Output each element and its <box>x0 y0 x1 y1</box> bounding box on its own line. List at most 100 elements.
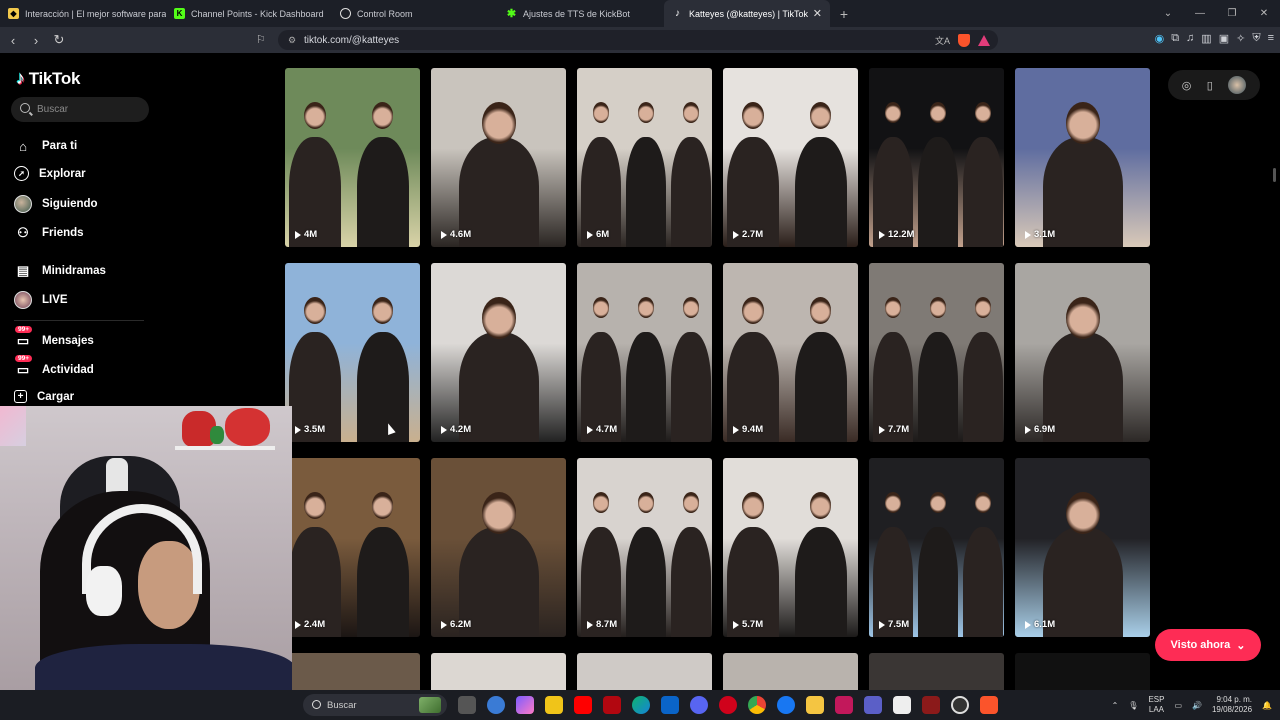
tab-tiktok-katteyes[interactable]: ♪ Katteyes (@katteyes) | TikTok ✕ <box>664 0 830 27</box>
sidebar-item-mensajes[interactable]: ▭ 99+ Mensajes <box>14 326 94 350</box>
address-bar[interactable]: ⚙ tiktok.com/@katteyes 文A <box>278 30 998 50</box>
tab-control-room[interactable]: Control Room <box>332 0 498 27</box>
store-icon[interactable] <box>545 696 563 714</box>
video-thumbnail[interactable]: 8.7M <box>577 458 712 637</box>
obs-icon[interactable] <box>951 696 969 714</box>
network-icon[interactable]: ▭ <box>1174 701 1182 710</box>
chevron-up-icon[interactable]: ⌃ <box>1112 701 1119 710</box>
opera-icon[interactable] <box>719 696 737 714</box>
video-thumbnail[interactable]: 3.1M <box>1015 68 1150 247</box>
video-thumbnail[interactable] <box>431 653 566 690</box>
facebook-icon[interactable] <box>777 696 795 714</box>
sidebar-item-para-ti[interactable]: ⌂ Para ti <box>14 137 77 155</box>
sidebar-item-explorar[interactable]: ➚ Explorar <box>14 166 86 181</box>
taskbar-search[interactable]: Buscar <box>303 694 447 716</box>
video-thumbnail[interactable]: 6.9M <box>1015 263 1150 442</box>
video-thumbnail[interactable]: 5.7M <box>723 458 858 637</box>
leo-icon[interactable]: ✧ <box>1236 32 1245 45</box>
brave-icon[interactable] <box>980 696 998 714</box>
video-thumbnail[interactable]: 7.5M <box>869 458 1004 637</box>
translate-icon[interactable]: 文A <box>935 34 950 47</box>
video-thumbnail[interactable]: 6.1M <box>1015 458 1150 637</box>
tab-tts-kickbot[interactable]: ✱ Ajustes de TTS de KickBot <box>498 0 664 27</box>
play-icon <box>441 230 447 239</box>
tab-channel-points[interactable]: K Channel Points - Kick Dashboard <box>166 0 332 27</box>
sidebar-item-label: Actividad <box>42 364 94 376</box>
scrollbar[interactable] <box>1273 168 1276 182</box>
puzzle-icon[interactable]: ⧉ <box>1171 32 1179 45</box>
sidebar-item-actividad[interactable]: ▭ 99+ Actividad <box>14 355 94 379</box>
video-thumbnail[interactable]: 6M <box>577 68 712 247</box>
brave-rewards-icon[interactable] <box>978 34 990 46</box>
notification-badge: 99+ <box>15 326 33 333</box>
forward-icon[interactable]: › <box>26 33 46 48</box>
sidebar-item-live[interactable]: LIVE <box>14 291 68 309</box>
mic-icon[interactable]: 🎙 <box>1128 701 1138 710</box>
video-thumbnail[interactable]: 2.4M <box>285 458 420 637</box>
youtube-icon[interactable] <box>574 696 592 714</box>
tab-search-icon[interactable]: ⌄ <box>1152 8 1184 19</box>
tiktok-logo[interactable]: ♪ TikTok <box>16 68 80 89</box>
discord-icon[interactable] <box>690 696 708 714</box>
app-icon[interactable] <box>835 696 853 714</box>
tab-interaccion[interactable]: ◆ Interacción | El mejor software para p <box>0 0 166 27</box>
menu-icon[interactable]: ≡ <box>1268 32 1274 45</box>
bookmark-icon[interactable]: ⚐ <box>256 33 266 46</box>
compass-icon[interactable]: ◎ <box>1182 79 1192 92</box>
volume-icon[interactable]: 🔊 <box>1192 701 1202 710</box>
language-indicator[interactable]: ESP LAA <box>1148 695 1164 715</box>
mobile-icon[interactable]: ▯ <box>1207 79 1213 92</box>
person-head <box>1066 297 1100 339</box>
netflix-icon[interactable] <box>603 696 621 714</box>
visto-ahora-button[interactable]: Visto ahora ⌄ <box>1155 629 1261 661</box>
video-thumbnail[interactable]: 12.2M <box>869 68 1004 247</box>
app-icon[interactable] <box>487 696 505 714</box>
sidebar-item-cargar[interactable]: + Cargar <box>14 390 74 403</box>
back-icon[interactable]: ‹ <box>3 33 23 48</box>
sidebar-item-minidramas[interactable]: ▤ Minidramas <box>14 262 106 280</box>
app-icon[interactable] <box>922 696 940 714</box>
video-thumbnail[interactable] <box>577 653 712 690</box>
video-thumbnail[interactable]: 7.7M <box>869 263 1004 442</box>
brave-shield-icon[interactable] <box>958 33 970 47</box>
vpn-icon[interactable]: ⛨ <box>1252 32 1260 45</box>
video-thumbnail[interactable]: 2.7M <box>723 68 858 247</box>
restore-icon[interactable]: ❐ <box>1216 8 1248 19</box>
video-thumbnail[interactable] <box>723 653 858 690</box>
folder-icon[interactable] <box>806 696 824 714</box>
video-thumbnail[interactable]: 9.4M <box>723 263 858 442</box>
video-thumbnail[interactable]: 4.2M <box>431 263 566 442</box>
video-thumbnail[interactable] <box>869 653 1004 690</box>
notification-icon[interactable]: 🔔 <box>1262 701 1272 710</box>
video-thumbnail[interactable] <box>1015 653 1150 690</box>
new-tab-button[interactable]: + <box>834 6 854 22</box>
clock[interactable]: 9:04 p. m. 19/08/2026 <box>1212 695 1252 715</box>
reload-icon[interactable]: ↻ <box>49 32 69 48</box>
edge-icon[interactable] <box>632 696 650 714</box>
task-view-icon[interactable] <box>458 696 476 714</box>
close-window-icon[interactable]: ✕ <box>1248 8 1280 19</box>
sidebar-item-friends[interactable]: ⚇ Friends <box>14 224 83 242</box>
view-count-text: 4.7M <box>596 424 618 435</box>
video-thumbnail[interactable]: 6.2M <box>431 458 566 637</box>
teams-icon[interactable] <box>864 696 882 714</box>
close-tab-icon[interactable]: ✕ <box>813 7 822 20</box>
music-icon[interactable]: ♫ <box>1186 32 1194 45</box>
sidebar-item-siguiendo[interactable]: Siguiendo <box>14 195 98 213</box>
copilot-icon[interactable] <box>516 696 534 714</box>
site-info-icon[interactable]: ⚙ <box>288 35 296 46</box>
minimize-icon[interactable]: — <box>1184 8 1216 19</box>
sidebar-icon[interactable]: ▥ <box>1201 32 1211 45</box>
video-thumbnail[interactable]: 4M <box>285 68 420 247</box>
video-thumbnail[interactable]: 4.7M <box>577 263 712 442</box>
video-thumbnail[interactable] <box>285 653 420 690</box>
video-thumbnail[interactable]: 4.6M <box>431 68 566 247</box>
outlook-icon[interactable] <box>661 696 679 714</box>
extension-icon[interactable]: ◉ <box>1155 32 1165 45</box>
profile-avatar[interactable] <box>1228 76 1247 94</box>
video-thumbnail[interactable]: 3.5M <box>285 263 420 442</box>
wallet-icon[interactable]: ▣ <box>1219 32 1229 45</box>
search-input[interactable]: Buscar <box>11 97 149 122</box>
app-icon[interactable] <box>893 696 911 714</box>
chrome-icon[interactable] <box>748 696 766 714</box>
